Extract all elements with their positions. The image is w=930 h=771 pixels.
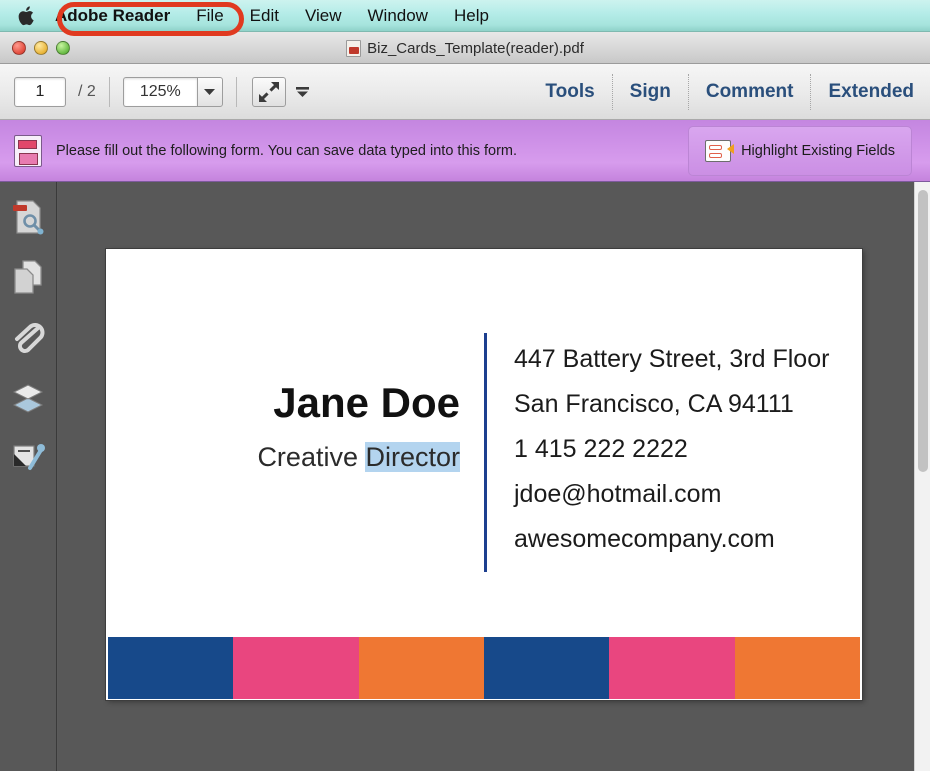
- main-toolbar: 1 / 2 125% Tools Sign Comment: [0, 64, 930, 120]
- window-title: Biz_Cards_Template(reader).pdf: [0, 32, 930, 64]
- card-color-blocks: [108, 637, 860, 699]
- menu-item-edit[interactable]: Edit: [237, 0, 292, 32]
- card-contact-website: awesomecompany.com: [514, 525, 829, 554]
- chevron-down-icon: [295, 86, 310, 98]
- color-block: [108, 637, 233, 699]
- toolbar-separator: [612, 74, 613, 110]
- fit-options-button[interactable]: [290, 86, 316, 98]
- window-title-text: Biz_Cards_Template(reader).pdf: [367, 40, 584, 57]
- card-role-form-field[interactable]: Director: [365, 442, 460, 472]
- form-notification-message: Please fill out the following form. You …: [56, 143, 517, 159]
- fit-page-icon: [257, 81, 281, 103]
- sign-tools-icon: [11, 438, 45, 476]
- color-block: [359, 637, 484, 699]
- toolbar-separator: [236, 77, 237, 107]
- layers-icon: [11, 378, 45, 416]
- menu-item-file[interactable]: File: [183, 0, 236, 32]
- tools-button[interactable]: Tools: [529, 64, 610, 120]
- card-name: Jane Doe: [273, 379, 460, 427]
- menu-item-help[interactable]: Help: [441, 0, 502, 32]
- card-contact-address1: 447 Battery Street, 3rd Floor: [514, 345, 829, 374]
- fit-page-button[interactable]: [252, 77, 286, 107]
- color-block: [484, 637, 609, 699]
- card-contact-email: jdoe@hotmail.com: [514, 480, 829, 509]
- adobe-reader-window: Adobe Reader File Edit View Window Help …: [0, 0, 930, 771]
- toolbar-separator: [109, 77, 110, 107]
- toolbar-separator: [810, 74, 811, 110]
- page-number-input[interactable]: 1: [14, 77, 66, 107]
- color-block: [735, 637, 860, 699]
- card-role-prefix: Creative: [257, 442, 365, 472]
- page-count-label: / 2: [78, 83, 96, 101]
- scrollbar-thumb[interactable]: [918, 190, 928, 472]
- mac-menu-bar: Adobe Reader File Edit View Window Help: [0, 0, 930, 32]
- form-notification-bar: Please fill out the following form. You …: [0, 120, 930, 182]
- pages-icon: [11, 258, 45, 296]
- menu-item-view[interactable]: View: [292, 0, 355, 32]
- zoom-dropdown-button[interactable]: [197, 77, 223, 107]
- pdf-page[interactable]: Jane Doe Creative Director 447 Battery S…: [106, 249, 862, 700]
- comment-button[interactable]: Comment: [690, 64, 810, 120]
- vertical-scrollbar[interactable]: [914, 182, 930, 771]
- card-contact-phone: 1 415 222 2222: [514, 435, 829, 464]
- card-contact-block: 447 Battery Street, 3rd Floor San Franci…: [514, 345, 829, 554]
- highlight-existing-fields-label: Highlight Existing Fields: [741, 143, 895, 159]
- highlight-fields-icon: [705, 140, 731, 162]
- toolbar-separator: [688, 74, 689, 110]
- card-contact-address2: San Francisco, CA 94111: [514, 390, 829, 419]
- navigation-sidebar: [0, 182, 57, 771]
- sidebar-item-sign-tools[interactable]: [11, 438, 45, 476]
- color-block: [233, 637, 358, 699]
- apple-logo-icon[interactable]: [12, 5, 42, 27]
- chevron-down-icon: [204, 88, 215, 96]
- sidebar-item-attachments[interactable]: [11, 318, 45, 356]
- sign-button[interactable]: Sign: [614, 64, 687, 120]
- attachments-paperclip-icon: [11, 318, 45, 356]
- sidebar-item-page-thumbnails[interactable]: [11, 198, 45, 236]
- extended-button[interactable]: Extended: [812, 64, 930, 120]
- card-role: Creative Director: [257, 442, 460, 473]
- pdf-file-icon: [346, 40, 361, 57]
- form-document-icon: [14, 135, 42, 167]
- business-card: Jane Doe Creative Director 447 Battery S…: [106, 249, 862, 700]
- menu-item-window[interactable]: Window: [355, 0, 441, 32]
- page-thumbnails-search-icon: [11, 198, 45, 236]
- window-title-bar: Biz_Cards_Template(reader).pdf: [0, 32, 930, 64]
- sidebar-item-layers[interactable]: [11, 378, 45, 416]
- document-viewport[interactable]: Jane Doe Creative Director 447 Battery S…: [58, 182, 914, 771]
- menu-item-adobe-reader[interactable]: Adobe Reader: [42, 0, 183, 32]
- color-block: [609, 637, 734, 699]
- zoom-level-input[interactable]: 125%: [123, 77, 197, 107]
- card-divider: [484, 333, 487, 572]
- sidebar-item-pages[interactable]: [11, 258, 45, 296]
- highlight-existing-fields-button[interactable]: Highlight Existing Fields: [688, 126, 912, 176]
- menu-item-adobe-reader-label: Adobe Reader: [42, 0, 183, 32]
